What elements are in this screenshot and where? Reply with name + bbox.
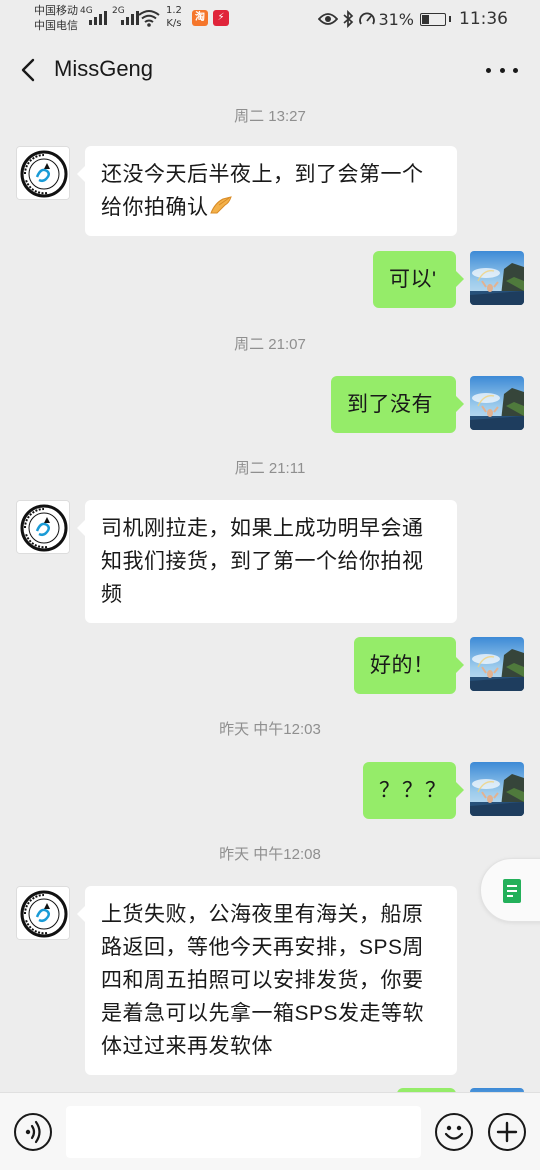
message-input[interactable]: [66, 1106, 421, 1158]
more-button[interactable]: [486, 58, 518, 82]
nav-bar: MissGeng: [0, 38, 540, 102]
more-dots-icon: [486, 67, 518, 73]
floating-note-button[interactable]: [480, 858, 540, 922]
plus-icon: [496, 1121, 518, 1143]
status-right: 31% 11:36: [318, 0, 540, 38]
network-type-1: 4G: [80, 6, 93, 16]
net-speed-unit: K/s: [166, 18, 182, 29]
message-bubble-received[interactable]: 还没今天后半夜上，到了会第一个给你拍确认: [77, 146, 457, 236]
message-text: 好的！: [370, 654, 435, 677]
contact-avatar[interactable]: [16, 886, 70, 940]
carrier-1: 中国移动: [34, 4, 78, 17]
my-avatar[interactable]: [470, 376, 524, 430]
timestamp: 周二 13:27: [234, 108, 306, 125]
my-avatar[interactable]: [470, 762, 524, 816]
my-avatar[interactable]: [470, 251, 524, 305]
message-list[interactable]: 周二 13:27 还没今天后半夜上，到了会第一个给你拍确认 可以' 周二 21:…: [0, 102, 540, 1092]
carrier-2: 中国电信: [34, 19, 78, 32]
message-text: 到了没有: [347, 393, 433, 416]
input-bar: [0, 1092, 540, 1170]
message-text: ？？？: [379, 779, 448, 802]
message-text: 还没今天后半夜上，到了会第一个给你拍确认: [101, 163, 424, 219]
speed-icon: [359, 12, 376, 25]
app-icon: ⚡: [213, 10, 229, 26]
emoji-icon: [444, 1125, 464, 1140]
message-bubble-sent[interactable]: 好的！: [354, 637, 464, 694]
pinched-fingers-emoji: [209, 196, 232, 214]
status-bar: 中国移动 中国电信 4G 2G 1.2 K/s 淘 ⚡ 31% 11:36: [0, 0, 540, 38]
message-bubble-sent[interactable]: ？？？: [363, 762, 464, 819]
net-speed-value: 1.2: [166, 5, 182, 16]
contact-avatar[interactable]: [16, 146, 70, 200]
back-button[interactable]: [14, 54, 44, 86]
clock: 11:36: [459, 9, 508, 29]
signal-icon: 4G: [80, 6, 107, 25]
message-text: 上货失败，公海夜里有海关，船原路返回，等他今天再安排，SPS周四和周五拍照可以安…: [101, 903, 425, 1058]
eye-icon: [318, 13, 339, 25]
timestamp: 昨天 中午12:03: [219, 721, 321, 738]
voice-icon: [25, 1120, 41, 1144]
wifi-icon: [138, 10, 160, 27]
chat-title: MissGeng: [54, 56, 154, 81]
network-type-2: 2G: [112, 6, 125, 16]
timestamp: 昨天 中午12:08: [219, 846, 321, 863]
message-bubble-sent[interactable]: 可以': [373, 251, 464, 308]
timestamp: 周二 21:11: [234, 460, 306, 477]
chevron-left-icon: [21, 58, 35, 82]
signal-icon-2: 2G: [112, 6, 139, 25]
carrier-block: 中国移动 中国电信: [34, 3, 80, 33]
net-speed: 1.2 K/s: [166, 4, 182, 30]
emoji-button[interactable]: [435, 1113, 473, 1151]
message-bubble-received[interactable]: 司机刚拉走，如果上成功明早会通知我们接货，到了第一个给你拍视频: [77, 500, 457, 623]
timestamp: 周二 21:07: [234, 336, 306, 353]
contact-avatar[interactable]: [16, 500, 70, 554]
plus-button[interactable]: [488, 1113, 526, 1151]
voice-button[interactable]: [14, 1113, 52, 1151]
bluetooth-icon: [343, 10, 354, 28]
battery-percent: 31%: [378, 9, 414, 29]
battery-nub: [449, 16, 451, 22]
message-bubble-received[interactable]: 上货失败，公海夜里有海关，船原路返回，等他今天再安排，SPS周四和周五拍照可以安…: [77, 886, 457, 1075]
battery-icon: [420, 12, 446, 26]
message-text: 可以': [389, 268, 437, 291]
taobao-icon: 淘: [192, 10, 208, 26]
message-bubble-sent[interactable]: 到了没有: [331, 376, 464, 433]
my-avatar[interactable]: [470, 637, 524, 691]
message-text: 司机刚拉走，如果上成功明早会通知我们接货，到了第一个给你拍视频: [101, 517, 424, 606]
document-icon: [503, 879, 521, 903]
